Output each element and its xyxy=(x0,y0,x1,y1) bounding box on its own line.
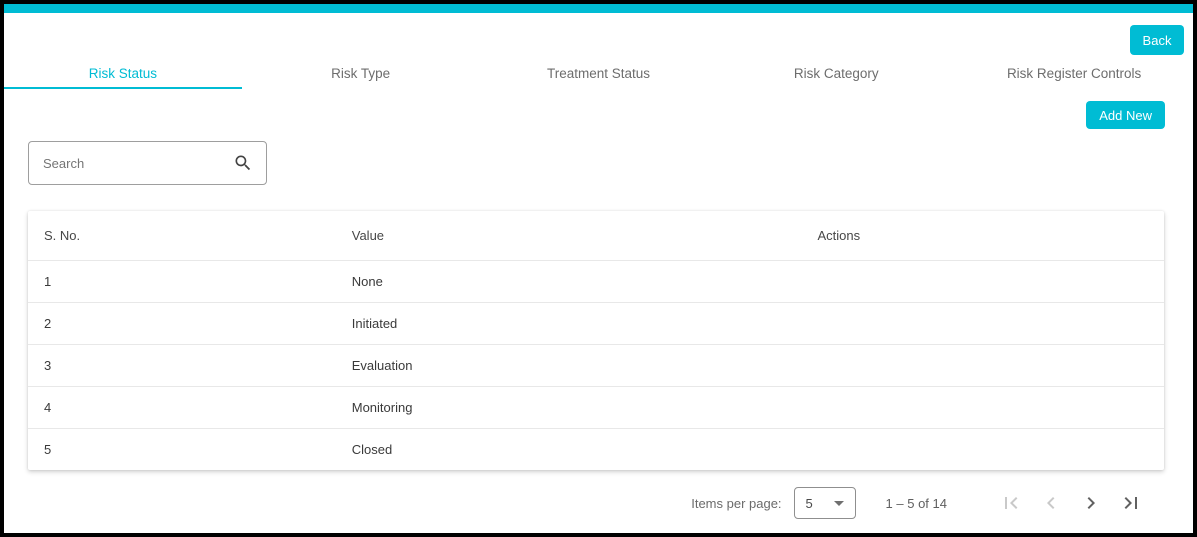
cell-sno: 4 xyxy=(28,386,352,428)
add-new-button[interactable]: Add New xyxy=(1086,101,1165,129)
first-page-button[interactable] xyxy=(991,487,1031,519)
cell-sno: 5 xyxy=(28,428,352,470)
cell-value: Monitoring xyxy=(352,386,818,428)
cell-actions xyxy=(818,260,1165,302)
next-page-button[interactable] xyxy=(1071,487,1111,519)
previous-page-button[interactable] xyxy=(1031,487,1071,519)
items-per-page-select[interactable]: 5 xyxy=(794,487,856,519)
search-input[interactable] xyxy=(29,156,233,171)
search-icon[interactable] xyxy=(233,153,253,173)
paginator: Items per page: 5 1 – 5 of 14 xyxy=(4,487,1193,519)
cell-value: Closed xyxy=(352,428,818,470)
items-per-page-label: Items per page: xyxy=(691,496,781,511)
cell-sno: 3 xyxy=(28,344,352,386)
table-row: 3 Evaluation xyxy=(28,344,1164,386)
top-accent-bar xyxy=(4,4,1193,13)
tab-bar: Risk Status Risk Type Treatment Status R… xyxy=(4,56,1193,89)
last-page-icon xyxy=(1119,491,1143,515)
items-per-page-value: 5 xyxy=(806,496,813,511)
table-header-row: S. No. Value Actions xyxy=(28,211,1164,260)
back-button[interactable]: Back xyxy=(1130,25,1184,55)
chevron-left-icon xyxy=(1039,491,1063,515)
cell-value: Evaluation xyxy=(352,344,818,386)
table-row: 5 Closed xyxy=(28,428,1164,470)
cell-actions xyxy=(818,386,1165,428)
column-header-sno: S. No. xyxy=(28,211,352,260)
cell-actions xyxy=(818,302,1165,344)
search-box xyxy=(28,141,267,185)
cell-sno: 1 xyxy=(28,260,352,302)
tab-treatment-status[interactable]: Treatment Status xyxy=(480,56,718,89)
cell-actions xyxy=(818,428,1165,470)
data-table-card: S. No. Value Actions 1 None 2 Initiated xyxy=(28,211,1164,470)
table-row: 2 Initiated xyxy=(28,302,1164,344)
table-row: 4 Monitoring xyxy=(28,386,1164,428)
chevron-down-icon xyxy=(834,501,844,506)
pagination-range-label: 1 – 5 of 14 xyxy=(886,496,947,511)
app-window: Back Risk Status Risk Type Treatment Sta… xyxy=(0,0,1197,537)
tab-risk-type[interactable]: Risk Type xyxy=(242,56,480,89)
first-page-icon xyxy=(999,491,1023,515)
cell-sno: 2 xyxy=(28,302,352,344)
cell-actions xyxy=(818,344,1165,386)
last-page-button[interactable] xyxy=(1111,487,1151,519)
tab-risk-category[interactable]: Risk Category xyxy=(717,56,955,89)
cell-value: Initiated xyxy=(352,302,818,344)
tab-risk-status[interactable]: Risk Status xyxy=(4,56,242,89)
table-row: 1 None xyxy=(28,260,1164,302)
cell-value: None xyxy=(352,260,818,302)
column-header-value: Value xyxy=(352,211,818,260)
data-table: S. No. Value Actions 1 None 2 Initiated xyxy=(28,211,1164,470)
column-header-actions: Actions xyxy=(818,211,1165,260)
chevron-right-icon xyxy=(1079,491,1103,515)
tab-risk-register-controls[interactable]: Risk Register Controls xyxy=(955,56,1193,89)
